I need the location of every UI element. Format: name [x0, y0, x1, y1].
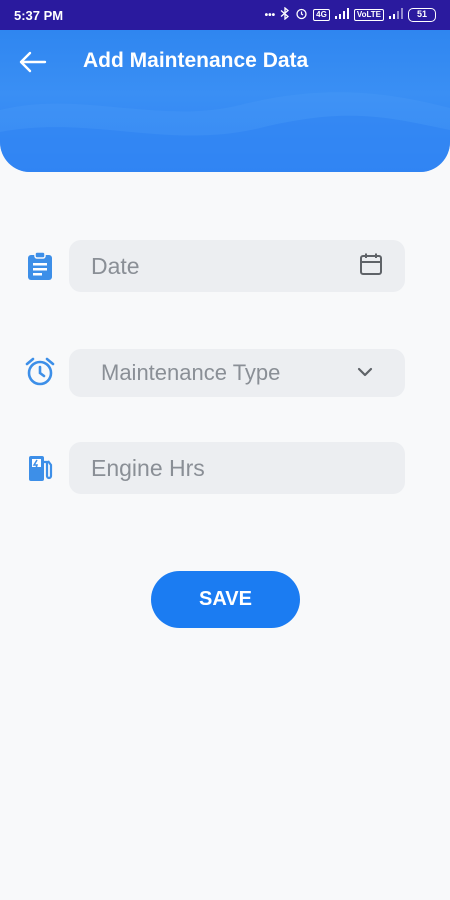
back-button[interactable] — [14, 44, 50, 80]
battery-icon: 51 — [408, 8, 436, 22]
date-field[interactable]: Date — [69, 240, 405, 292]
back-arrow-icon — [19, 51, 47, 73]
maintenance-type-select[interactable]: Maintenance Type — [69, 349, 405, 397]
bluetooth-icon — [280, 6, 290, 23]
signal-icon-2 — [389, 8, 403, 22]
page-title: Add Maintenance Data — [83, 49, 309, 72]
clipboard-icon — [24, 250, 56, 282]
engine-hours-input[interactable]: Engine Hrs — [69, 442, 405, 494]
sim2-badge: VoLTE — [353, 9, 384, 21]
signal-icon — [334, 8, 349, 22]
status-time: 5:37 PM — [14, 7, 64, 23]
fuel-pump-icon — [24, 452, 56, 484]
chevron-down-icon — [357, 364, 373, 382]
header-waves — [0, 92, 450, 172]
notification-dots: ••• — [264, 9, 276, 21]
app-header: Add Maintenance Data — [0, 30, 450, 172]
alarm-clock-icon — [24, 356, 56, 388]
sim1-badge: 4G — [313, 9, 330, 21]
save-button[interactable]: SAVE — [151, 571, 300, 628]
calendar-icon[interactable] — [359, 252, 383, 281]
alarm-icon — [295, 7, 308, 23]
engine-hours-placeholder: Engine Hrs — [91, 454, 205, 481]
status-bar: 5:37 PM ••• 4G VoLTE 51 — [0, 0, 450, 30]
status-icons: ••• 4G VoLTE 51 — [264, 6, 436, 23]
maintenance-type-placeholder: Maintenance Type — [101, 360, 281, 385]
date-placeholder: Date — [91, 252, 140, 279]
